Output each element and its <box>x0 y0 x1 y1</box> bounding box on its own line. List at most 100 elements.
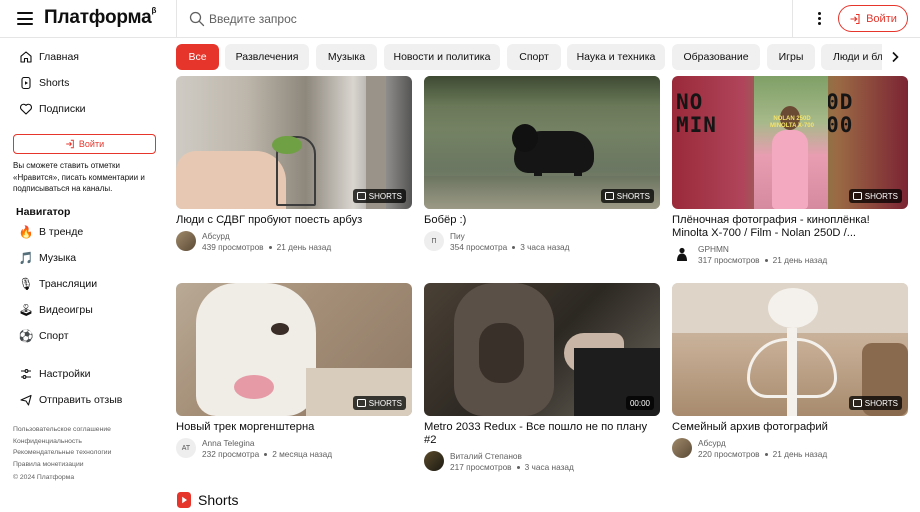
shorts-icon <box>604 192 614 200</box>
video-title[interactable]: Новый трек моргенштерна <box>176 421 412 434</box>
search-icon[interactable] <box>189 11 205 27</box>
menu-icon[interactable] <box>17 12 33 25</box>
channel-avatar[interactable]: П <box>424 231 444 251</box>
chip-news[interactable]: Новости и политика <box>384 44 500 70</box>
sidebar-item-feedback[interactable]: Отправить отзыв <box>19 390 122 410</box>
copyright: © 2024 Платформа <box>13 474 75 481</box>
video-title[interactable]: Бобёр :) <box>424 214 660 227</box>
sidebar-item-label: Музыка <box>39 252 77 264</box>
sidebar-item-trending[interactable]: 🔥 В тренде <box>18 222 84 242</box>
channel-avatar[interactable] <box>424 451 444 471</box>
channel-avatar[interactable] <box>672 438 692 458</box>
video-card[interactable]: SHORTS Люди с СДВГ пробуют поесть арбуз … <box>176 76 412 266</box>
shorts-badge: SHORTS <box>352 189 406 203</box>
sidebar-item-settings[interactable]: Настройки <box>19 364 91 384</box>
sidebar-item-broadcasts[interactable]: 🎙 Трансляции <box>18 274 98 294</box>
logo-text: Платформа <box>44 7 152 28</box>
upload-age: 2 месяца назад <box>272 449 333 459</box>
music-note-icon: 🎵 <box>18 251 34 265</box>
upload-age: 3 часа назад <box>524 462 574 472</box>
view-count: 439 просмотров <box>202 242 264 252</box>
more-options-icon[interactable] <box>812 12 826 26</box>
footer-link-recommendations[interactable]: Рекомендательные технологии <box>13 447 111 459</box>
chip-entertainment[interactable]: Развлечения <box>225 44 309 70</box>
sidebar-item-label: Трансляции <box>39 278 98 290</box>
video-meta: 354 просмотра 3 часа назад <box>450 242 569 252</box>
video-title[interactable]: Плёночная фотография - киноплёнка! Minol… <box>672 214 908 240</box>
sidebar-item-sport[interactable]: ⚽ Спорт <box>19 326 69 346</box>
logo[interactable]: Платформаβ <box>44 5 157 29</box>
logo-beta: β <box>151 5 157 15</box>
chip-science[interactable]: Наука и техника <box>567 44 665 70</box>
channel-name[interactable]: Пиу <box>450 231 465 241</box>
video-thumbnail[interactable]: SHORTS <box>672 283 908 416</box>
chip-music[interactable]: Музыка <box>316 44 377 70</box>
video-meta: 232 просмотра 2 месяца назад <box>202 449 332 459</box>
footer-links: Пользовательское соглашение Конфиденциал… <box>13 424 111 471</box>
upload-age: 21 день назад <box>772 449 828 459</box>
thumbnail-caption: NOLAN 250D MINOLTA X-700 <box>770 116 814 129</box>
chip-people[interactable]: Люди и блоги <box>821 44 891 70</box>
fire-icon: 🔥 <box>18 225 34 239</box>
video-thumbnail[interactable]: NO 00D MIN 700 NOLAN 250D MINOLTA X-700 … <box>672 76 908 209</box>
video-card[interactable]: 00:00 Metro 2033 Redux - Все пошло не по… <box>424 283 660 483</box>
channel-name[interactable]: Абсурд <box>202 231 230 241</box>
sidebar-item-subscriptions[interactable]: Подписки <box>19 99 86 119</box>
duration-badge: 00:00 <box>625 396 654 410</box>
sidebar-item-music[interactable]: 🎵 Музыка <box>18 248 77 268</box>
badge-label: SHORTS <box>368 398 402 408</box>
chip-games[interactable]: Игры <box>767 44 815 70</box>
chip-all[interactable]: Все <box>176 44 219 70</box>
channel-name[interactable]: Anna Telegina <box>202 438 254 448</box>
home-icon <box>20 51 32 63</box>
sidebar-item-shorts[interactable]: Shorts <box>19 73 69 93</box>
badge-label: 00:00 <box>629 398 650 408</box>
video-thumbnail[interactable]: SHORTS <box>176 283 412 416</box>
video-title[interactable]: Люди с СДВГ пробуют поесть арбуз <box>176 214 412 227</box>
upload-age: 3 часа назад <box>520 242 570 252</box>
footer-link-terms[interactable]: Пользовательское соглашение <box>13 424 111 436</box>
category-chips: Все Развлечения Музыка Новости и политик… <box>176 44 920 70</box>
chip-education[interactable]: Образование <box>672 44 760 70</box>
video-thumbnail[interactable]: SHORTS <box>424 76 660 209</box>
sidebar-login-button[interactable]: Войти <box>13 134 156 154</box>
video-title[interactable]: Metro 2033 Redux - Все пошло не по плану… <box>424 421 660 447</box>
badge-label: SHORTS <box>864 398 898 408</box>
channel-avatar[interactable] <box>672 244 692 264</box>
sidebar-item-label: Спорт <box>39 330 69 342</box>
shorts-icon <box>852 192 862 200</box>
search-input[interactable] <box>209 8 769 30</box>
shorts-badge: SHORTS <box>352 396 406 410</box>
footer-link-monetization[interactable]: Правила монетизации <box>13 459 111 471</box>
view-count: 217 просмотров <box>450 462 512 472</box>
video-card[interactable]: SHORTS Семейный архив фотографий Абсурд … <box>672 283 908 473</box>
video-card[interactable]: NO 00D MIN 700 NOLAN 250D MINOLTA X-700 … <box>672 76 908 276</box>
chips-next-button[interactable] <box>882 44 908 70</box>
sidebar-login-label: Войти <box>78 139 105 149</box>
channel-name[interactable]: Абсурд <box>698 438 726 448</box>
video-card[interactable]: SHORTS Новый трек моргенштерна AT Anna T… <box>176 283 412 473</box>
sidebar-item-label: Подписки <box>39 103 86 115</box>
video-card[interactable]: SHORTS Бобёр :) П Пиу 354 просмотра 3 час… <box>424 76 660 266</box>
heart-icon <box>20 103 32 115</box>
settings-icon <box>21 369 31 379</box>
view-count: 317 просмотров <box>698 255 760 265</box>
sidebar-item-label: Главная <box>39 51 79 63</box>
login-button[interactable]: Войти <box>838 5 908 32</box>
channel-name[interactable]: GPHMN <box>698 244 729 254</box>
sidebar-item-videogames[interactable]: 🕹 Видеоигры <box>18 300 92 320</box>
channel-avatar[interactable] <box>176 231 196 251</box>
footer-link-privacy[interactable]: Конфиденциальность <box>13 436 111 448</box>
channel-name[interactable]: Виталий Степанов <box>450 451 522 461</box>
view-count: 354 просмотра <box>450 242 508 252</box>
header-divider-right <box>792 0 793 38</box>
chip-sport[interactable]: Спорт <box>507 44 561 70</box>
channel-avatar[interactable]: AT <box>176 438 196 458</box>
shorts-icon <box>356 192 366 200</box>
sidebar-item-home[interactable]: Главная <box>19 47 79 67</box>
sidebar: Главная Shorts Подписки Войти Вы сможете… <box>0 39 170 512</box>
video-thumbnail[interactable]: 00:00 <box>424 283 660 416</box>
video-title[interactable]: Семейный архив фотографий <box>672 421 908 434</box>
shorts-logo-icon <box>177 492 191 508</box>
video-thumbnail[interactable]: SHORTS <box>176 76 412 209</box>
